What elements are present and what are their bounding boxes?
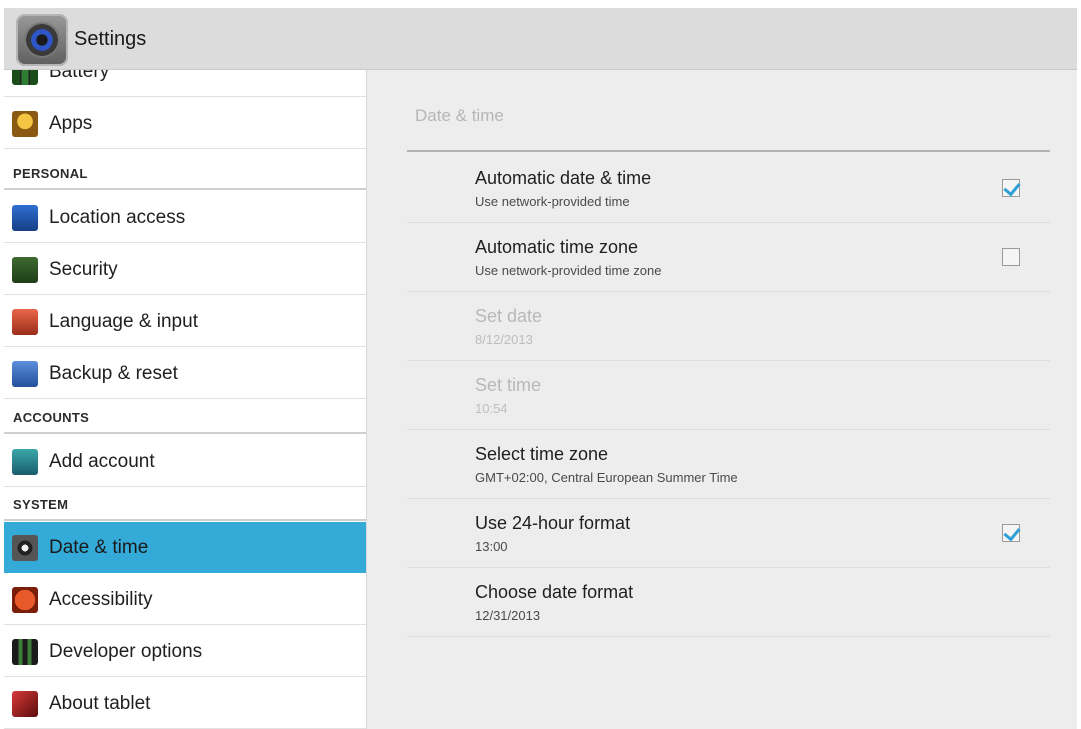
app-title: Settings [74,28,147,50]
setting-automatic-time-zone[interactable]: Automatic time zone Use network-provided… [407,223,1050,292]
automatic-time-zone-checkbox[interactable] [1002,248,1020,266]
setting-set-time: Set time 10:54 [407,361,1050,430]
lock-icon [12,257,38,283]
sidebar-item-label: Security [49,259,118,280]
developer-icon [12,639,38,665]
setting-set-date: Set date 8/12/2013 [407,292,1050,361]
sidebar-item-apps[interactable]: Apps [4,98,366,149]
automatic-date-time-checkbox[interactable] [1002,179,1020,197]
setting-summary: 10:54 [475,401,508,416]
setting-use-24-hour-format[interactable]: Use 24-hour format 13:00 [407,499,1050,568]
setting-choose-date-format[interactable]: Choose date format 12/31/2013 [407,568,1050,637]
setting-summary: Use network-provided time [475,194,630,209]
language-icon [12,309,38,335]
setting-title: Automatic date & time [475,168,652,188]
section-header-personal: PERSONAL [13,166,88,181]
info-icon [12,691,38,717]
setting-select-time-zone[interactable]: Select time zone GMT+02:00, Central Euro… [407,430,1050,499]
sidebar-item-accessibility[interactable]: Accessibility [4,574,366,625]
sidebar-item-battery[interactable]: Battery [4,70,366,97]
sidebar-item-label: About tablet [49,693,151,714]
settings-sidebar: Battery Apps PERSONAL Location access Se… [4,70,367,729]
sidebar-item-about-tablet[interactable]: About tablet [4,678,366,729]
sidebar-item-label: Accessibility [49,589,153,610]
accessibility-icon [12,587,38,613]
sidebar-item-developer-options[interactable]: Developer options [4,626,366,677]
sidebar-item-label: Developer options [49,641,203,662]
apps-icon [12,111,38,137]
settings-gear-icon[interactable] [16,14,68,66]
sidebar-item-label: Date & time [49,537,149,558]
setting-summary: Use network-provided time zone [475,263,662,278]
action-bar: Settings [4,8,1077,70]
setting-title: Use 24-hour format [475,513,631,533]
battery-icon [12,70,38,85]
date-time-panel: Date & time Automatic date & time Use ne… [368,70,1077,729]
setting-title: Set date [475,306,543,326]
section-divider [4,519,366,521]
sidebar-item-backup-reset[interactable]: Backup & reset [4,348,366,399]
location-icon [12,205,38,231]
sidebar-item-language-input[interactable]: Language & input [4,296,366,347]
page-title: Date & time [415,106,504,125]
section-header-accounts: ACCOUNTS [13,410,90,425]
section-divider [4,432,366,434]
setting-summary: GMT+02:00, Central European Summer Time [475,470,738,485]
setting-summary: 12/31/2013 [475,608,541,623]
clock-icon [12,535,38,561]
section-divider [4,188,366,190]
use-24-hour-format-checkbox[interactable] [1002,524,1020,542]
setting-title: Set time [475,375,542,395]
title-divider [407,150,1050,152]
setting-summary: 8/12/2013 [475,332,533,347]
sidebar-item-date-time[interactable]: Date & time [4,522,366,573]
section-header-system: SYSTEM [13,497,69,512]
setting-title: Choose date format [475,582,634,602]
setting-automatic-date-time[interactable]: Automatic date & time Use network-provid… [407,154,1050,223]
sidebar-item-add-account[interactable]: Add account [4,436,366,487]
sidebar-item-label: Add account [49,451,155,472]
sidebar-item-label: Battery [49,70,110,82]
sidebar-item-label: Location access [49,207,186,228]
sidebar-item-label: Backup & reset [49,363,178,384]
sidebar-item-label: Apps [49,113,93,134]
settings-window: Settings Battery Apps PERSONAL Location … [4,8,1077,729]
setting-title: Automatic time zone [475,237,639,257]
sidebar-item-location-access[interactable]: Location access [4,192,366,243]
sidebar-item-label: Language & input [49,311,198,332]
sidebar-item-security[interactable]: Security [4,244,366,295]
add-account-icon [12,449,38,475]
setting-summary: 13:00 [475,539,508,554]
setting-title: Select time zone [475,444,609,464]
backup-icon [12,361,38,387]
